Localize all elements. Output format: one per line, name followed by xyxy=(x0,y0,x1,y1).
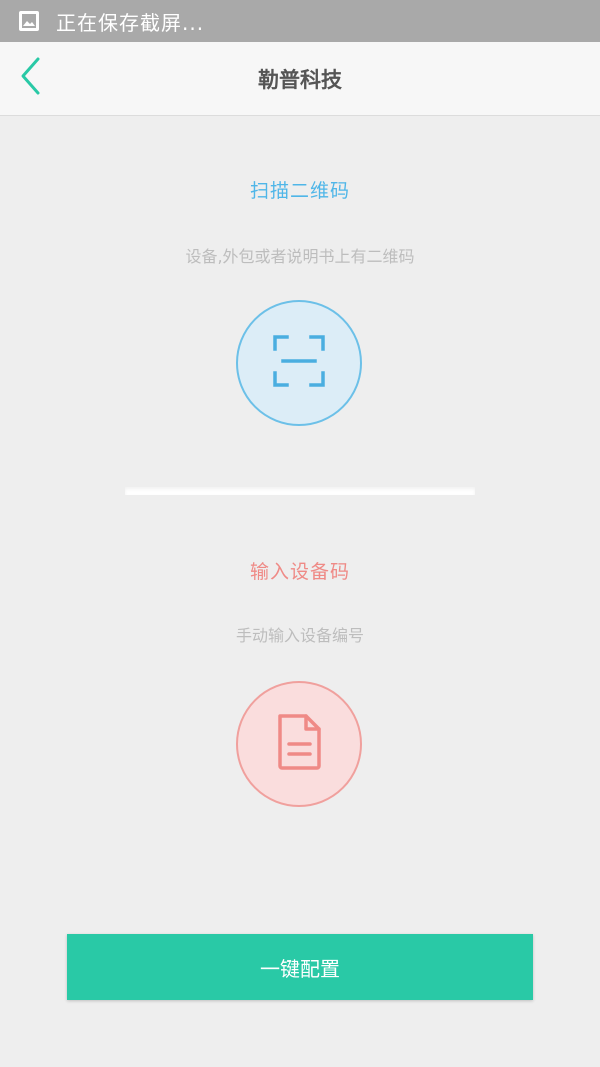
section-divider xyxy=(125,487,475,495)
back-button[interactable] xyxy=(8,54,52,102)
manual-section-title: 输入设备码 xyxy=(249,561,350,583)
manual-section-subtitle-row: 手动输入设备编号 xyxy=(0,622,600,646)
manual-input-button[interactable] xyxy=(236,681,362,807)
chevron-left-icon xyxy=(18,56,42,100)
scan-section-subtitle-row: 设备,外包或者说明书上有二维码 xyxy=(0,243,600,267)
scan-section-subtitle: 设备,外包或者说明书上有二维码 xyxy=(185,247,415,266)
image-icon xyxy=(18,10,40,32)
manual-section-subtitle: 手动输入设备编号 xyxy=(235,626,364,645)
page-title: 勒普科技 xyxy=(258,67,342,92)
app-header: 勒普科技 xyxy=(0,42,600,116)
scan-qr-icon xyxy=(271,333,327,393)
config-button-label: 一键配置 xyxy=(260,956,340,981)
scan-section-title: 扫描二维码 xyxy=(249,180,350,202)
one-click-config-button[interactable]: 一键配置 xyxy=(67,934,533,1000)
status-text: 正在保存截屏... xyxy=(56,10,205,35)
scan-qr-button[interactable] xyxy=(236,300,362,426)
manual-section-title-row: 输入设备码 xyxy=(0,557,600,584)
document-icon xyxy=(274,712,324,776)
scan-section-title-row: 扫描二维码 xyxy=(0,176,600,203)
status-bar: 正在保存截屏... xyxy=(0,0,600,42)
